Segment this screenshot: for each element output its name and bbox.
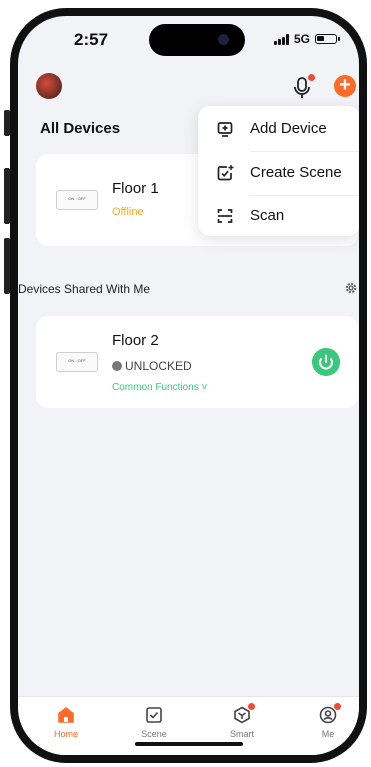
common-functions-link[interactable]: Common Functions ˅ [112,382,207,393]
add-button[interactable]: + [334,75,356,97]
create-scene-icon [217,165,234,181]
notification-dot [248,703,255,710]
home-icon [58,707,74,723]
status-time: 2:57 [74,30,109,49]
tab-scene[interactable]: Scene [124,705,184,739]
tab-label: Smart [229,729,254,739]
tab-label: Scene [141,729,167,739]
signal-icon [273,33,289,45]
shared-section-title: Devices Shared With Me [18,282,151,296]
network-label: 5G [293,32,310,46]
tab-label: Home [53,729,78,739]
app-screen: 2:57 5G + All Devices ON · OFF Floor 1 O… [18,16,359,755]
menu-item-label: Scan [250,207,285,224]
gear-icon[interactable] [344,281,358,295]
notification-dot [308,74,315,81]
device-name: Floor 2 [112,332,159,349]
avatar[interactable] [36,73,62,99]
tab-home[interactable]: Home [36,705,96,739]
tab-me[interactable]: Me [298,705,358,739]
device-name: Floor 1 [112,180,159,197]
tab-label: Me [321,729,335,739]
add-device-icon [217,122,233,137]
camera-icon [218,34,229,45]
shared-device-card[interactable]: ON · OFF Floor 2 UNLOCKED Common Functio… [36,316,358,408]
phone-bezel: 2:57 5G + All Devices ON · OFF Floor 1 O… [0,0,371,767]
tab-smart[interactable]: Smart [212,705,272,739]
chevron-down-icon: ˅ [198,382,208,393]
power-button[interactable] [312,348,340,376]
common-functions-label: Common Functions [112,382,199,393]
scene-icon [146,707,162,723]
status-indicators: 5G [273,32,340,46]
device-status: Offline [112,206,144,218]
menu-item-label: Create Scene [250,164,342,181]
notification-dot [334,703,341,710]
section-title: All Devices [40,120,121,137]
scan-icon [217,209,233,223]
switch-device-icon: ON · OFF [56,190,98,210]
status-text: UNLOCKED [125,359,192,373]
add-menu: Add Device Create Scene Scan [198,106,359,236]
home-indicator [135,742,243,746]
menu-item-label: Add Device [250,120,327,137]
menu-item-add-device[interactable]: Add Device [198,108,359,151]
plus-icon: + [339,74,351,96]
menu-item-create-scene[interactable]: Create Scene [198,152,359,195]
tab-bar: Home Scene Smart Me [18,696,359,755]
menu-item-scan[interactable]: Scan [198,195,359,238]
switch-device-icon: ON · OFF [56,352,98,372]
device-status: UNLOCKED [112,359,192,373]
unlock-icon [112,361,122,371]
dynamic-island [149,24,245,56]
battery-icon [315,34,340,44]
